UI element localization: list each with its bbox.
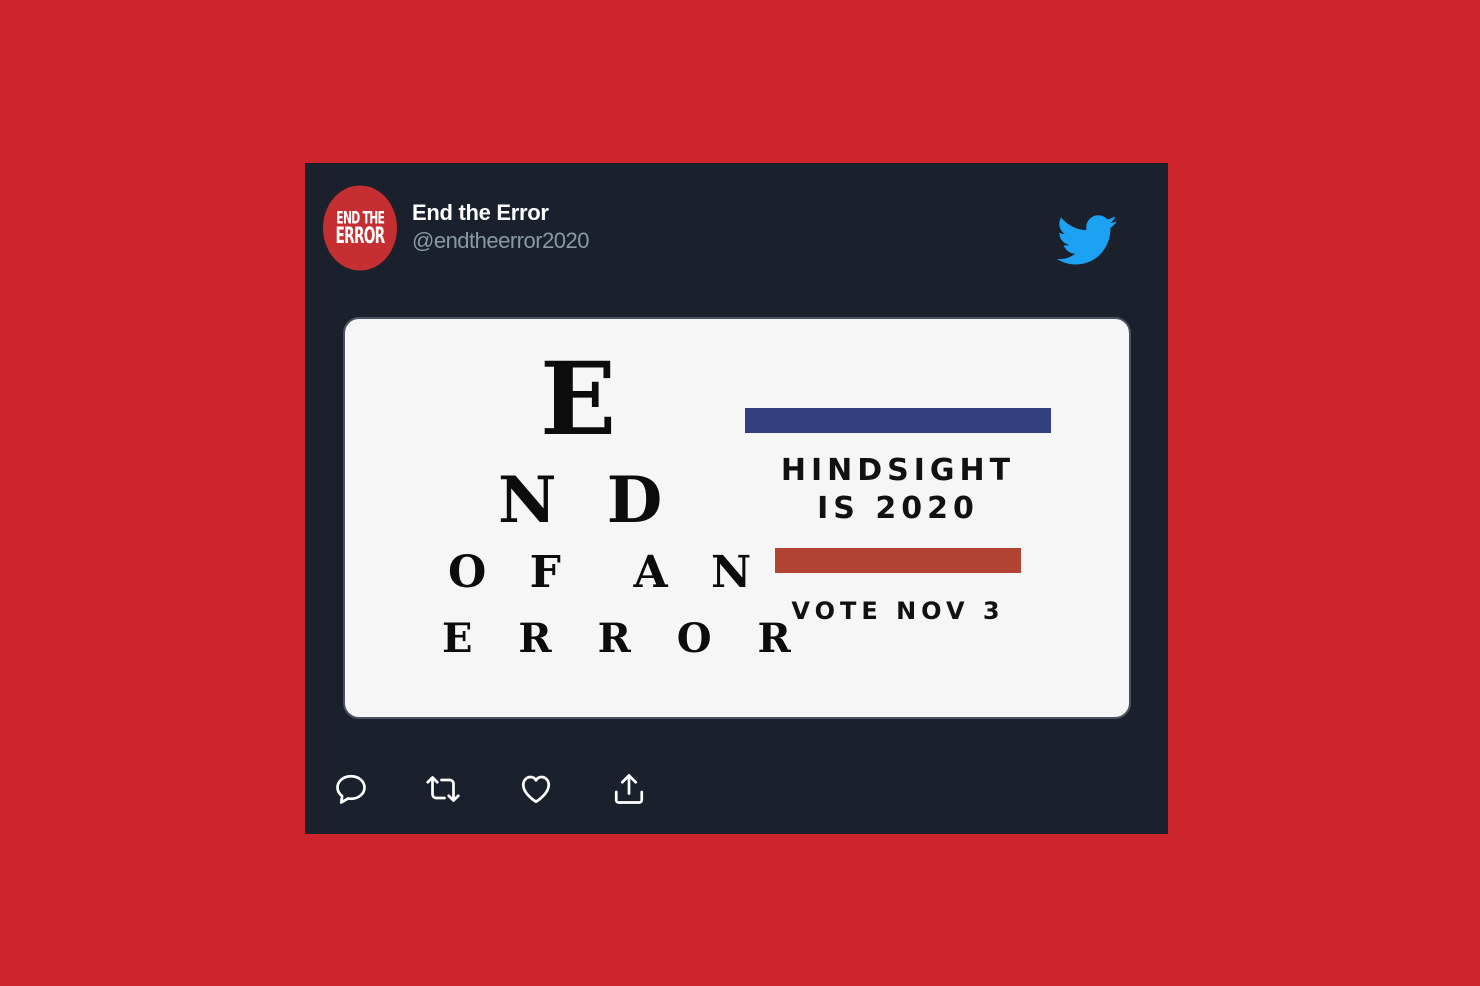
vote-tagline: VOTE NOV 3 xyxy=(791,597,1005,625)
avatar[interactable]: END THE ERROR xyxy=(323,185,397,271)
reply-button[interactable] xyxy=(333,771,369,807)
author-handle[interactable]: @endtheerror2020 xyxy=(412,228,590,254)
tweet-image[interactable]: E N D O F A N E R R O R HINDSIGHT IS 202… xyxy=(343,317,1131,719)
eye-chart-line-1: E xyxy=(540,340,617,458)
like-button[interactable] xyxy=(518,771,554,807)
reply-icon xyxy=(336,774,366,804)
eye-chart-line-3: O F A N xyxy=(448,547,766,598)
twitter-bird-icon[interactable] xyxy=(1056,215,1118,266)
headline-line-2: IS 2020 xyxy=(817,491,979,526)
red-stripe xyxy=(775,548,1021,573)
eye-chart-line-2: N D xyxy=(498,463,677,538)
headline-line-1: HINDSIGHT xyxy=(780,453,1016,488)
retweet-button[interactable] xyxy=(425,771,461,807)
blue-stripe xyxy=(745,408,1051,433)
eye-chart-line-4: E R R O R xyxy=(442,615,807,662)
avatar-text-bottom: ERROR xyxy=(335,223,386,249)
author-display-name[interactable]: End the Error xyxy=(412,200,549,226)
retweet-icon xyxy=(426,776,460,802)
share-icon xyxy=(614,774,644,804)
hindsight-headline: HINDSIGHT IS 2020 xyxy=(745,452,1051,528)
heart-icon xyxy=(521,775,551,804)
tweet-card: END THE ERROR End the Error @endtheerror… xyxy=(305,163,1168,834)
share-button[interactable] xyxy=(611,771,647,807)
